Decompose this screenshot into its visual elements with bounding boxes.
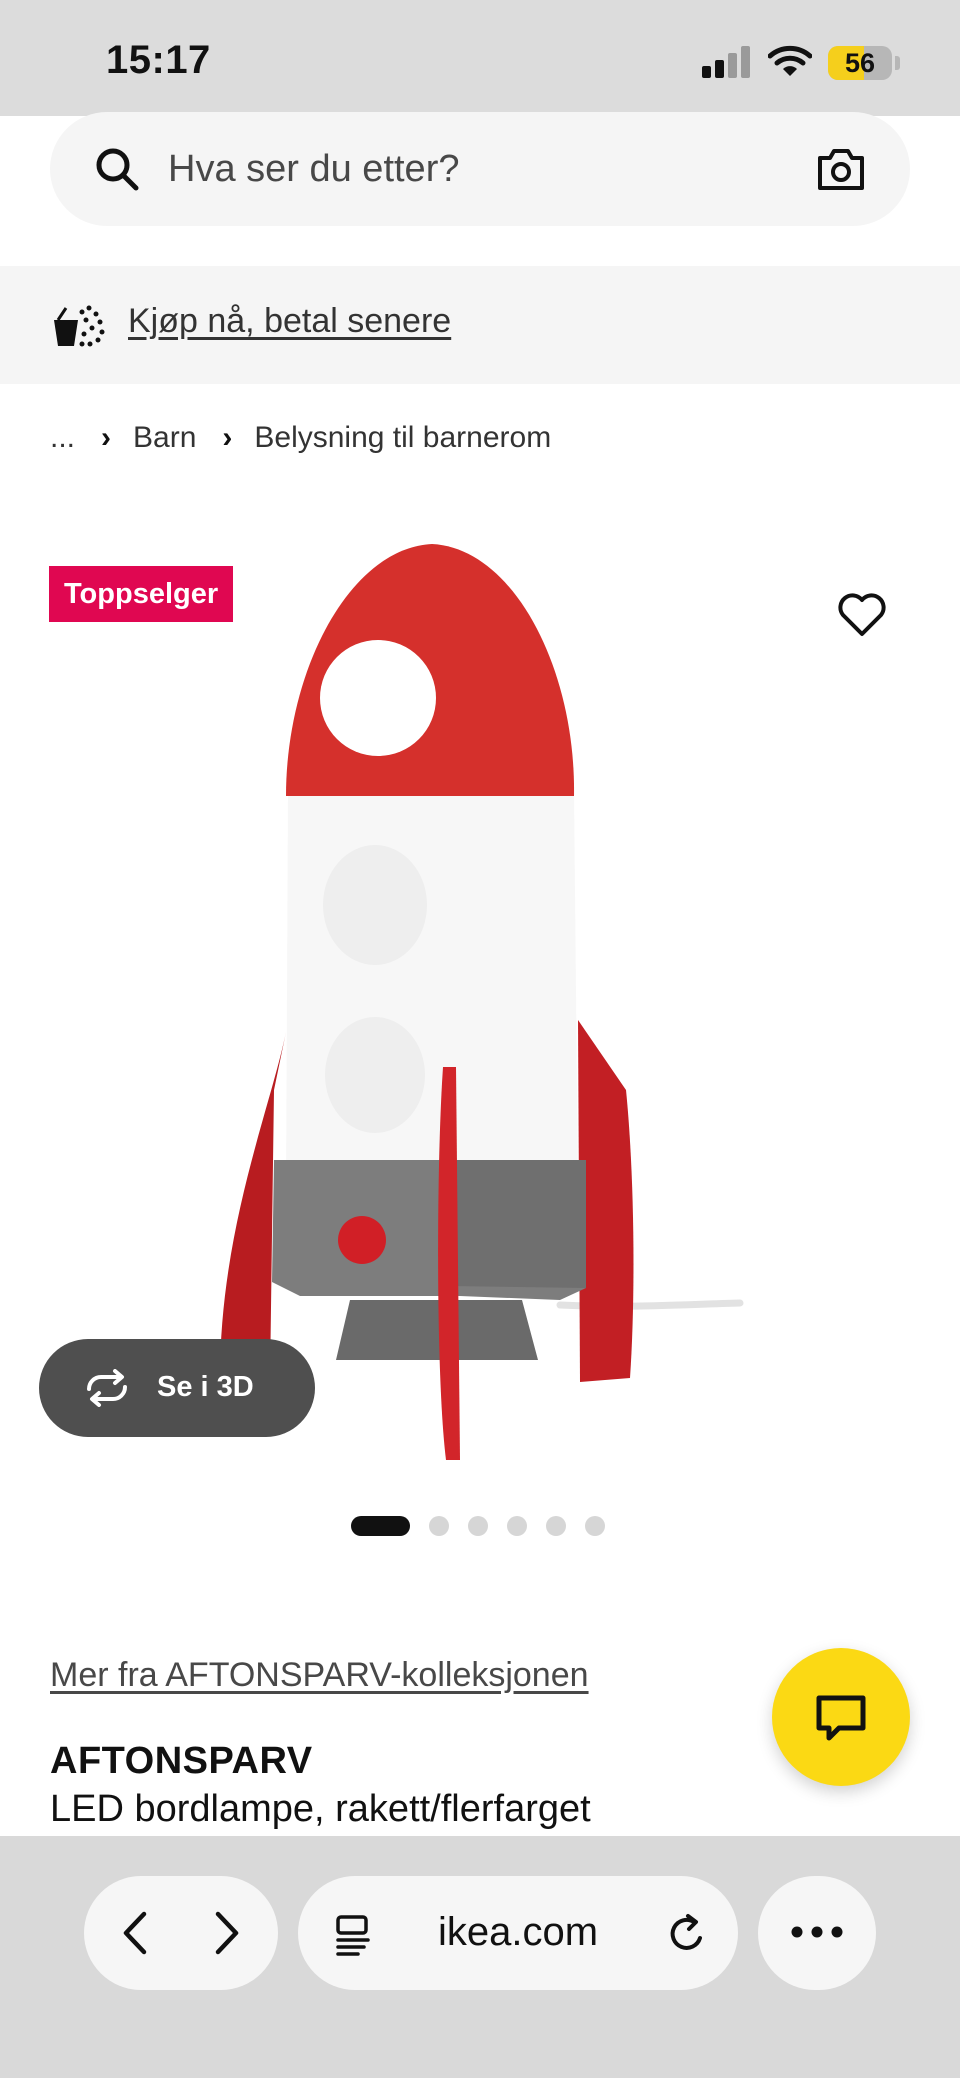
pager-dot[interactable] xyxy=(429,1516,449,1536)
status-time: 15:17 xyxy=(106,38,211,82)
battery-icon: 56 xyxy=(828,46,892,80)
search-input[interactable] xyxy=(168,142,768,196)
breadcrumb-item-barn[interactable]: Barn xyxy=(133,421,196,455)
breadcrumb: ... › Barn › Belysning til barnerom xyxy=(50,418,551,458)
more-icon xyxy=(791,1926,843,1938)
chat-icon xyxy=(816,1695,866,1741)
status-bar: 15:17 56 xyxy=(0,0,960,116)
breadcrumb-ellipsis[interactable]: ... xyxy=(50,421,75,455)
pager-dot-active[interactable] xyxy=(351,1516,410,1536)
more-button[interactable] xyxy=(758,1876,876,1990)
image-pager[interactable] xyxy=(351,1516,624,1536)
basket-icon xyxy=(54,305,105,347)
battery-nub xyxy=(895,56,900,70)
product-description: LED bordlampe, rakett/flerfarget xyxy=(50,1788,591,1830)
search-icon[interactable] xyxy=(94,146,140,192)
pager-dot[interactable] xyxy=(546,1516,566,1536)
view-in-3d-label: Se i 3D xyxy=(157,1371,254,1403)
back-icon[interactable] xyxy=(114,1910,160,1956)
rotate-3d-icon xyxy=(87,1369,127,1407)
collection-link[interactable]: Mer fra AFTONSPARV-kolleksjonen xyxy=(50,1656,589,1695)
buy-now-pay-later-link[interactable]: Kjøp nå, betal senere xyxy=(128,302,451,341)
product-image-rocket-lamp[interactable] xyxy=(200,530,760,1470)
view-in-3d-button[interactable]: Se i 3D xyxy=(39,1339,315,1437)
breadcrumb-item-lighting[interactable]: Belysning til barnerom xyxy=(254,421,551,455)
pager-dot[interactable] xyxy=(507,1516,527,1536)
reload-icon[interactable] xyxy=(666,1912,710,1956)
promo-banner: Kjøp nå, betal senere xyxy=(0,266,960,384)
bestseller-badge: Toppselger xyxy=(49,566,234,622)
wifi-icon xyxy=(768,45,812,76)
search-bar[interactable] xyxy=(50,112,910,226)
breadcrumb-separator: › xyxy=(101,421,112,454)
address-bar[interactable]: ikea.com xyxy=(298,1876,738,1990)
product-name: AFTONSPARV xyxy=(50,1740,313,1782)
pager-dot[interactable] xyxy=(468,1516,488,1536)
browser-toolbar: ikea.com xyxy=(0,1836,960,2078)
heart-icon[interactable] xyxy=(836,590,888,640)
breadcrumb-separator: › xyxy=(222,421,233,454)
chat-button[interactable] xyxy=(772,1648,910,1786)
signal-icon xyxy=(702,44,752,78)
camera-icon[interactable] xyxy=(816,146,866,192)
forward-icon[interactable] xyxy=(202,1910,248,1956)
battery-level: 56 xyxy=(844,48,876,78)
pager-dot[interactable] xyxy=(585,1516,605,1536)
navigation-controls xyxy=(84,1876,278,1990)
